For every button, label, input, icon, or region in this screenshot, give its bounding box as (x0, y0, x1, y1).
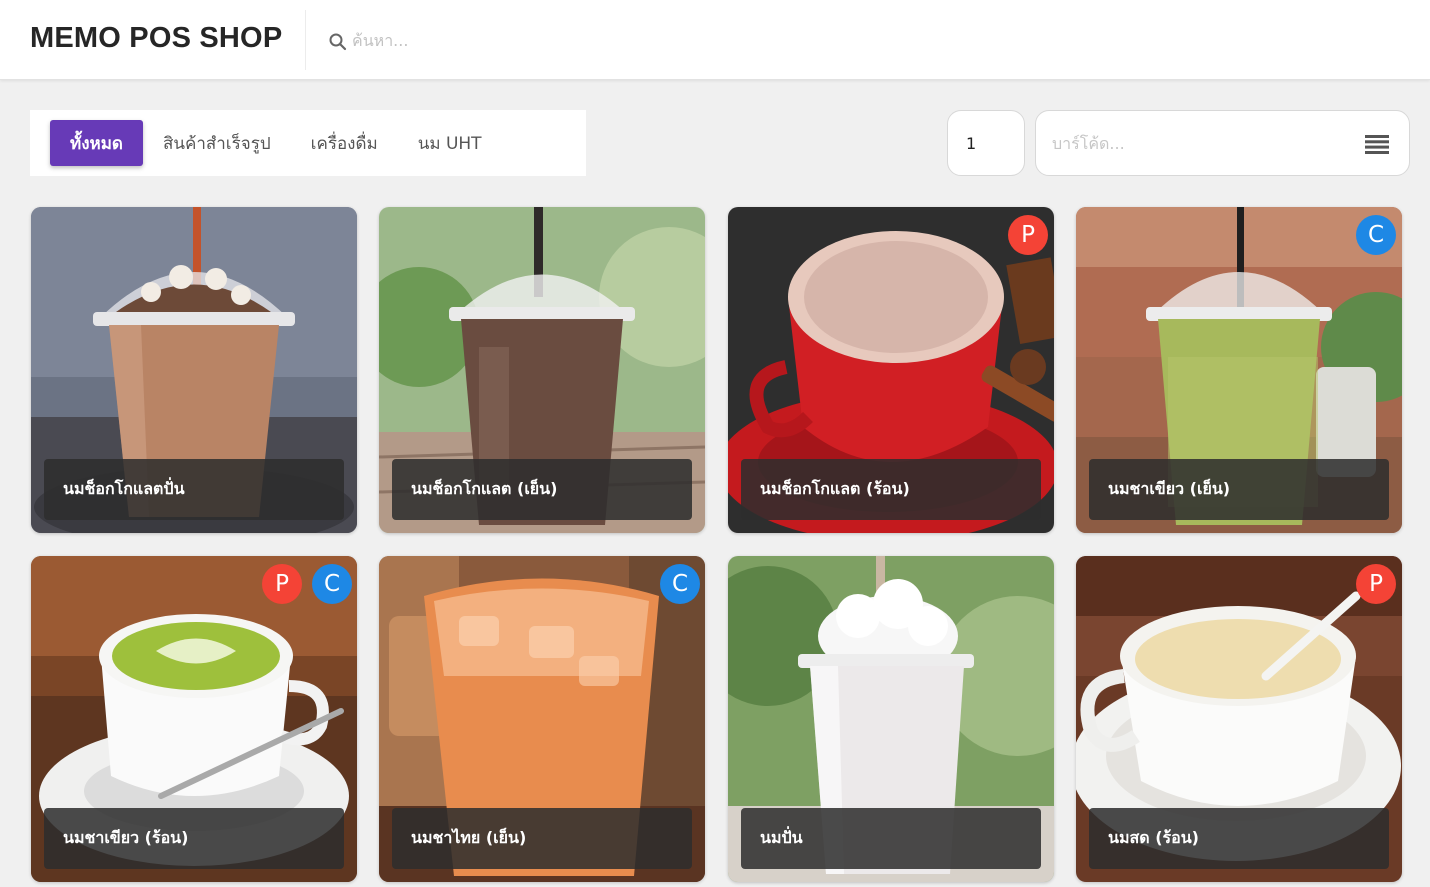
product-card[interactable]: P C นมชาเขียว (ร้อน) (31, 556, 357, 882)
search-icon (329, 33, 347, 51)
product-card[interactable]: C นมชาไทย (เย็น) (379, 556, 705, 882)
tab-ready-made[interactable]: สินค้าสำเร็จรูป (143, 120, 291, 166)
product-card[interactable]: P นมสด (ร้อน) (1076, 556, 1402, 882)
product-card[interactable]: C นมชาเขียว (เย็น) (1076, 207, 1402, 533)
product-name: นมช็อกโกแลต (เย็น) (392, 459, 692, 520)
header-divider (305, 10, 306, 70)
app-title: MEMO POS SHOP (30, 22, 283, 54)
search-box[interactable] (328, 26, 928, 54)
category-badge: C (1356, 215, 1396, 255)
product-card[interactable]: นมช็อกโกแลตปั่น (31, 207, 357, 533)
quantity-input[interactable]: 1 (947, 110, 1025, 176)
product-name: นมสด (ร้อน) (1089, 808, 1389, 869)
barcode-input[interactable] (1052, 133, 1352, 153)
product-name: นมช็อกโกแลตปั่น (44, 459, 344, 520)
product-card[interactable]: นมช็อกโกแลต (เย็น) (379, 207, 705, 533)
product-name: นมชาเขียว (เย็น) (1089, 459, 1389, 520)
product-card[interactable]: P นมช็อกโกแลต (ร้อน) (728, 207, 1054, 533)
search-input[interactable] (352, 30, 912, 50)
top-bar: MEMO POS SHOP (0, 0, 1430, 80)
promo-badge: P (1008, 215, 1048, 255)
category-badge: C (312, 564, 352, 604)
product-name: นมชาไทย (เย็น) (392, 808, 692, 869)
tab-drinks[interactable]: เครื่องดื่ม (291, 120, 398, 166)
list-icon[interactable] (1365, 135, 1389, 154)
barcode-box[interactable] (1035, 110, 1410, 176)
category-badge: C (660, 564, 700, 604)
product-card[interactable]: นมปั่น (728, 556, 1054, 882)
product-name: นมปั่น (741, 808, 1041, 869)
category-tabs: ทั้งหมด สินค้าสำเร็จรูป เครื่องดื่ม นม U… (30, 110, 586, 176)
tab-uht-milk[interactable]: นม UHT (398, 120, 502, 166)
promo-badge: P (1356, 564, 1396, 604)
promo-badge: P (262, 564, 302, 604)
tab-all[interactable]: ทั้งหมด (50, 120, 143, 166)
product-name: นมช็อกโกแลต (ร้อน) (741, 459, 1041, 520)
product-name: นมชาเขียว (ร้อน) (44, 808, 344, 869)
